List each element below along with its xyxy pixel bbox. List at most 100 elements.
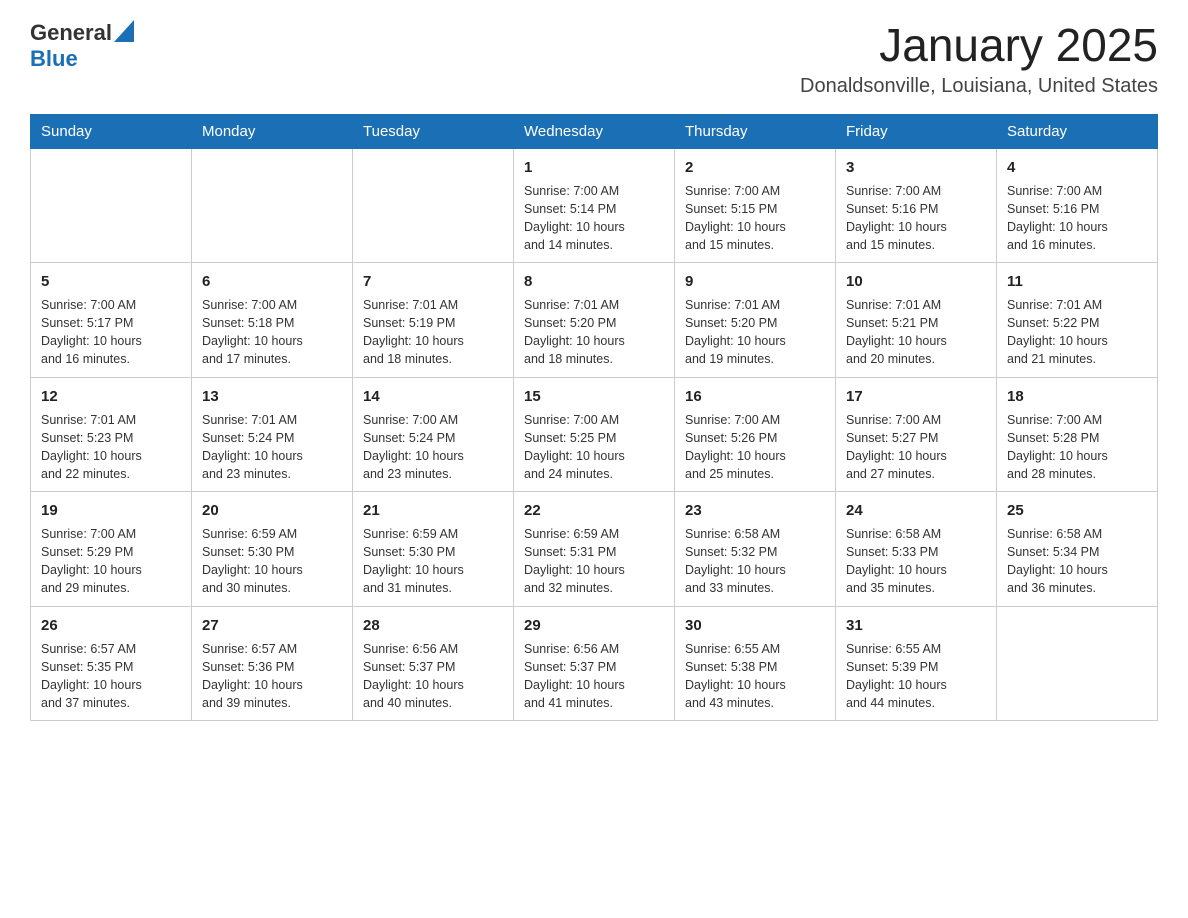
- week-row-5: 26 Sunrise: 6:57 AM Sunset: 5:35 PM Dayli…: [31, 606, 1158, 721]
- day-info: Sunrise: 7:00 AM Sunset: 5:28 PM Dayligh…: [1007, 411, 1147, 484]
- weekday-header-friday: Friday: [836, 114, 997, 148]
- calendar-cell: [31, 148, 192, 263]
- day-info: Sunrise: 7:01 AM Sunset: 5:19 PM Dayligh…: [363, 296, 503, 369]
- day-info: Sunrise: 6:58 AM Sunset: 5:33 PM Dayligh…: [846, 525, 986, 598]
- day-info: Sunrise: 7:00 AM Sunset: 5:25 PM Dayligh…: [524, 411, 664, 484]
- calendar-cell: 17Sunrise: 7:00 AM Sunset: 5:27 PM Dayli…: [836, 377, 997, 492]
- calendar-cell: 6 Sunrise: 7:00 AM Sunset: 5:18 PM Daylig…: [192, 263, 353, 378]
- day-info: Sunrise: 6:55 AM Sunset: 5:38 PM Dayligh…: [685, 640, 825, 713]
- day-number: 31: [846, 615, 986, 636]
- day-number: 19: [41, 500, 181, 521]
- title-area: January 2025 Donaldsonville, Louisiana, …: [800, 20, 1158, 98]
- calendar-cell: [353, 148, 514, 263]
- calendar-cell: 19 Sunrise: 7:00 AM Sunset: 5:29 PM Dayli…: [31, 492, 192, 607]
- day-info: Sunrise: 7:00 AM Sunset: 5:26 PM Dayligh…: [685, 411, 825, 484]
- day-info: Sunrise: 7:00 AM Sunset: 5:18 PM Dayligh…: [202, 296, 342, 369]
- calendar-cell: 30 Sunrise: 6:55 AM Sunset: 5:38 PM Dayli…: [675, 606, 836, 721]
- day-info: Sunrise: 7:01 AM Sunset: 5:20 PM Dayligh…: [685, 296, 825, 369]
- day-info: Sunrise: 7:01 AM Sunset: 5:23 PM Dayligh…: [41, 411, 181, 484]
- day-number: 20: [202, 500, 342, 521]
- calendar-cell: 12 Sunrise: 7:01 AM Sunset: 5:23 PM Dayli…: [31, 377, 192, 492]
- calendar-cell: 14 Sunrise: 7:00 AM Sunset: 5:24 PM Dayli…: [353, 377, 514, 492]
- day-info: Sunrise: 7:00 AM Sunset: 5:17 PM Dayligh…: [41, 296, 181, 369]
- day-number: 8: [524, 271, 664, 292]
- calendar-cell: 10 Sunrise: 7:01 AM Sunset: 5:21 PM Dayli…: [836, 263, 997, 378]
- day-info: Sunrise: 6:57 AM Sunset: 5:35 PM Dayligh…: [41, 640, 181, 713]
- calendar-cell: 23 Sunrise: 6:58 AM Sunset: 5:32 PM Dayli…: [675, 492, 836, 607]
- day-number: 16: [685, 386, 825, 407]
- calendar-cell: 7 Sunrise: 7:01 AM Sunset: 5:19 PM Daylig…: [353, 263, 514, 378]
- calendar-cell: 4 Sunrise: 7:00 AM Sunset: 5:16 PM Daylig…: [997, 148, 1158, 263]
- day-number: 14: [363, 386, 503, 407]
- day-number: 9: [685, 271, 825, 292]
- day-number: 4: [1007, 157, 1147, 178]
- day-number: 6: [202, 271, 342, 292]
- calendar-cell: 25Sunrise: 6:58 AM Sunset: 5:34 PM Dayli…: [997, 492, 1158, 607]
- day-info: Sunrise: 7:00 AM Sunset: 5:15 PM Dayligh…: [685, 182, 825, 255]
- calendar-cell: 16 Sunrise: 7:00 AM Sunset: 5:26 PM Dayli…: [675, 377, 836, 492]
- logo: General Blue: [30, 20, 134, 71]
- page-header: General Blue January 2025 Donaldsonville…: [30, 20, 1158, 98]
- day-number: 25: [1007, 500, 1147, 521]
- calendar-cell: 29Sunrise: 6:56 AM Sunset: 5:37 PM Dayli…: [514, 606, 675, 721]
- day-number: 7: [363, 271, 503, 292]
- calendar-cell: 24Sunrise: 6:58 AM Sunset: 5:33 PM Dayli…: [836, 492, 997, 607]
- week-row-3: 12 Sunrise: 7:01 AM Sunset: 5:23 PM Dayli…: [31, 377, 1158, 492]
- day-info: Sunrise: 6:56 AM Sunset: 5:37 PM Dayligh…: [363, 640, 503, 713]
- day-info: Sunrise: 6:56 AM Sunset: 5:37 PM Dayligh…: [524, 640, 664, 713]
- day-number: 15: [524, 386, 664, 407]
- day-info: Sunrise: 7:01 AM Sunset: 5:20 PM Dayligh…: [524, 296, 664, 369]
- day-number: 1: [524, 157, 664, 178]
- day-number: 13: [202, 386, 342, 407]
- calendar-cell: 26 Sunrise: 6:57 AM Sunset: 5:35 PM Dayli…: [31, 606, 192, 721]
- day-number: 12: [41, 386, 181, 407]
- logo-general-text: General: [30, 21, 112, 45]
- week-row-4: 19 Sunrise: 7:00 AM Sunset: 5:29 PM Dayli…: [31, 492, 1158, 607]
- day-number: 26: [41, 615, 181, 636]
- day-number: 10: [846, 271, 986, 292]
- calendar-cell: 3 Sunrise: 7:00 AM Sunset: 5:16 PM Daylig…: [836, 148, 997, 263]
- day-info: Sunrise: 7:00 AM Sunset: 5:16 PM Dayligh…: [1007, 182, 1147, 255]
- calendar-cell: 9 Sunrise: 7:01 AM Sunset: 5:20 PM Daylig…: [675, 263, 836, 378]
- weekday-header-saturday: Saturday: [997, 114, 1158, 148]
- calendar-cell: 5 Sunrise: 7:00 AM Sunset: 5:17 PM Daylig…: [31, 263, 192, 378]
- day-info: Sunrise: 6:59 AM Sunset: 5:31 PM Dayligh…: [524, 525, 664, 598]
- calendar-cell: 13Sunrise: 7:01 AM Sunset: 5:24 PM Dayli…: [192, 377, 353, 492]
- day-number: 3: [846, 157, 986, 178]
- weekday-header-row: SundayMondayTuesdayWednesdayThursdayFrid…: [31, 114, 1158, 148]
- day-number: 28: [363, 615, 503, 636]
- calendar-cell: 21Sunrise: 6:59 AM Sunset: 5:30 PM Dayli…: [353, 492, 514, 607]
- day-info: Sunrise: 7:01 AM Sunset: 5:22 PM Dayligh…: [1007, 296, 1147, 369]
- weekday-header-tuesday: Tuesday: [353, 114, 514, 148]
- day-info: Sunrise: 7:00 AM Sunset: 5:24 PM Dayligh…: [363, 411, 503, 484]
- calendar-cell: 20 Sunrise: 6:59 AM Sunset: 5:30 PM Dayli…: [192, 492, 353, 607]
- day-number: 18: [1007, 386, 1147, 407]
- page-title: January 2025: [800, 20, 1158, 71]
- day-number: 23: [685, 500, 825, 521]
- day-info: Sunrise: 7:00 AM Sunset: 5:14 PM Dayligh…: [524, 182, 664, 255]
- day-number: 22: [524, 500, 664, 521]
- day-info: Sunrise: 6:58 AM Sunset: 5:32 PM Dayligh…: [685, 525, 825, 598]
- day-info: Sunrise: 7:01 AM Sunset: 5:21 PM Dayligh…: [846, 296, 986, 369]
- day-number: 11: [1007, 271, 1147, 292]
- day-number: 30: [685, 615, 825, 636]
- day-number: 27: [202, 615, 342, 636]
- calendar-cell: 11 Sunrise: 7:01 AM Sunset: 5:22 PM Dayli…: [997, 263, 1158, 378]
- calendar-cell: 2 Sunrise: 7:00 AM Sunset: 5:15 PM Daylig…: [675, 148, 836, 263]
- day-info: Sunrise: 7:00 AM Sunset: 5:29 PM Dayligh…: [41, 525, 181, 598]
- calendar-table: SundayMondayTuesdayWednesdayThursdayFrid…: [30, 114, 1158, 722]
- day-number: 5: [41, 271, 181, 292]
- day-info: Sunrise: 6:59 AM Sunset: 5:30 PM Dayligh…: [202, 525, 342, 598]
- logo-triangle-icon: [114, 20, 134, 42]
- calendar-cell: 27Sunrise: 6:57 AM Sunset: 5:36 PM Dayli…: [192, 606, 353, 721]
- calendar-cell: 28 Sunrise: 6:56 AM Sunset: 5:37 PM Dayli…: [353, 606, 514, 721]
- day-info: Sunrise: 7:00 AM Sunset: 5:27 PM Dayligh…: [846, 411, 986, 484]
- day-info: Sunrise: 7:00 AM Sunset: 5:16 PM Dayligh…: [846, 182, 986, 255]
- weekday-header-monday: Monday: [192, 114, 353, 148]
- calendar-cell: 1 Sunrise: 7:00 AM Sunset: 5:14 PM Daylig…: [514, 148, 675, 263]
- day-info: Sunrise: 6:59 AM Sunset: 5:30 PM Dayligh…: [363, 525, 503, 598]
- calendar-cell: 31Sunrise: 6:55 AM Sunset: 5:39 PM Dayli…: [836, 606, 997, 721]
- week-row-1: 1 Sunrise: 7:00 AM Sunset: 5:14 PM Daylig…: [31, 148, 1158, 263]
- day-number: 2: [685, 157, 825, 178]
- page-subtitle: Donaldsonville, Louisiana, United States: [800, 75, 1158, 98]
